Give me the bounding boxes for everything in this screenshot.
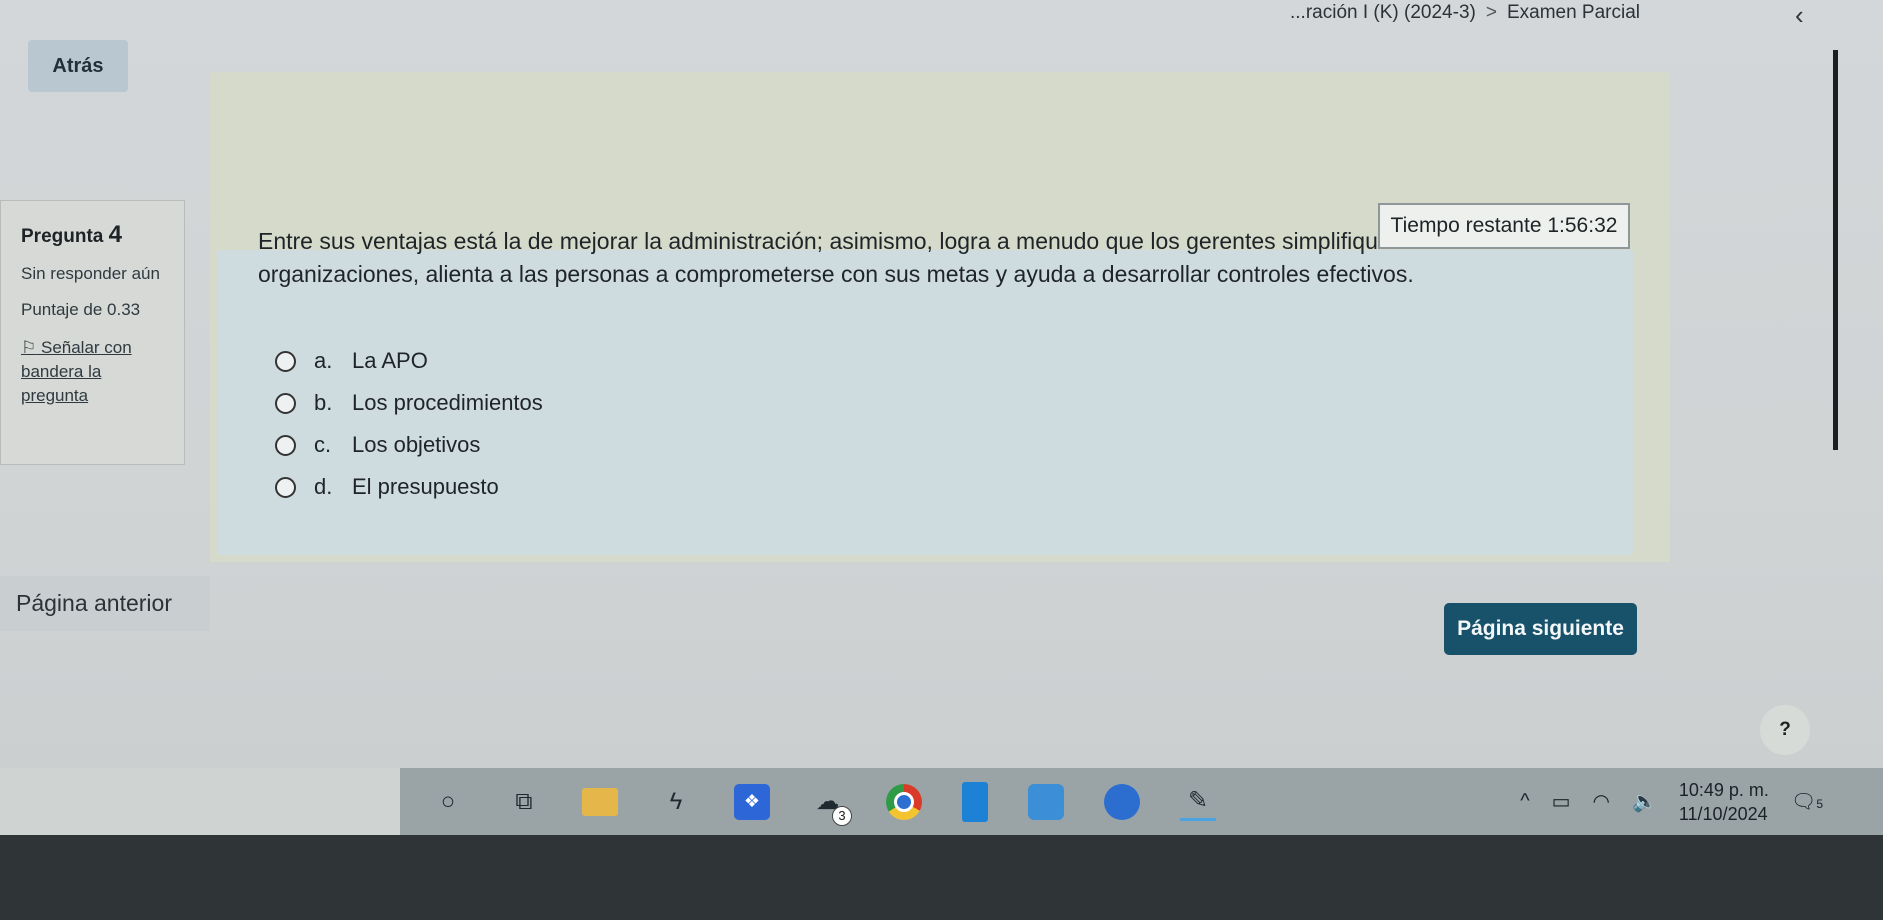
app-icon[interactable] [962,781,988,822]
answer-option-d[interactable]: d. El presupuesto [275,466,543,508]
battery-icon[interactable]: ▭ [1552,789,1571,814]
app-badge-icon[interactable]: ☁ 3 [810,784,852,826]
clock-time: 10:49 p. m. [1678,779,1769,800]
app-icon[interactable]: ϟ [658,784,694,820]
next-page-button[interactable]: Página siguiente [1444,603,1637,655]
back-button[interactable]: Atrás [28,40,128,92]
previous-page-button[interactable]: Página anterior [0,576,210,631]
answer-option-a[interactable]: a. La APO [275,340,543,382]
volume-icon[interactable]: 🔈 [1632,789,1657,814]
question-score: Puntaje de 0.33 [21,300,141,319]
option-text: La APO [352,348,428,373]
option-letter: a. [314,348,333,373]
radio-button[interactable] [275,476,296,498]
taskbar: ○ ⧉ ϟ ❖ ☁ 3 ✎ ^ ▭ ◠ 🔈 10:49 p. m. 11/10/2… [0,768,1883,835]
scrollbar[interactable] [1833,50,1838,450]
app-icon[interactable] [1028,783,1064,820]
answer-options: a. La APO b. Los procedimientos c. Los o… [275,340,543,508]
breadcrumb-course[interactable]: ...ración I (K) (2024-3) [1290,2,1476,24]
radio-button[interactable] [275,434,296,456]
option-text: El presupuesto [352,474,499,499]
search-icon[interactable]: ○ [430,784,466,820]
app-icon[interactable]: ✎ [1180,782,1216,821]
question-title: Pregunta 4 [21,221,164,249]
answer-option-c[interactable]: c. Los objetivos [275,424,543,466]
option-text: Los objetivos [352,432,481,457]
flag-label: Señalar con bandera la pregunta [21,338,132,405]
question-info-box: Pregunta 4 Sin responder aún Puntaje de … [0,200,185,465]
taskbar-icons: ○ ⧉ ϟ ❖ ☁ 3 ✎ [430,781,1216,826]
chrome-icon[interactable] [886,783,922,820]
app-badge: 3 [832,805,852,826]
collapse-drawer-icon[interactable]: ‹ [1795,0,1804,31]
system-tray: ^ ▭ ◠ 🔈 10:49 p. m. 11/10/2024 🗨5 [1520,778,1823,826]
flag-icon: ⚐ [21,338,37,357]
breadcrumb: ...ración I (K) (2024-3) > Examen Parcia… [1290,2,1640,24]
option-letter: b. [314,390,333,415]
chevron-up-icon[interactable]: ^ [1520,790,1529,813]
radio-button[interactable] [275,392,296,414]
breadcrumb-separator: > [1485,2,1497,23]
help-button[interactable]: ? [1760,705,1810,755]
radio-button[interactable] [275,350,296,372]
answer-option-b[interactable]: b. Los procedimientos [275,382,543,424]
question-title-prefix: Pregunta [21,226,104,247]
question-number: 4 [108,221,122,248]
taskbar-search-area[interactable] [0,768,400,835]
edge-icon[interactable] [1104,783,1140,820]
file-explorer-icon[interactable] [582,787,618,816]
notification-count: 5 [1816,797,1823,811]
option-letter: c. [314,432,332,457]
desk-background [0,835,1883,920]
timer-value: 1:56:32 [1547,214,1618,237]
question-status: Sin responder aún [21,264,160,283]
flag-question-link[interactable]: ⚐ Señalar con bandera la pregunta [21,336,164,408]
wifi-icon[interactable]: ◠ [1593,789,1610,814]
dropbox-icon[interactable]: ❖ [734,783,770,820]
clock-date: 11/10/2024 [1678,803,1768,824]
time-remaining: Tiempo restante 1:56:32 [1378,203,1630,249]
option-letter: d. [314,474,333,499]
breadcrumb-current[interactable]: Examen Parcial [1507,2,1640,24]
option-text: Los procedimientos [352,390,543,415]
notification-icon[interactable]: 🗨5 [1791,789,1823,814]
clock[interactable]: 10:49 p. m. 11/10/2024 [1679,778,1769,826]
timer-label: Tiempo restante [1390,214,1542,237]
task-view-icon[interactable]: ⧉ [506,784,542,820]
